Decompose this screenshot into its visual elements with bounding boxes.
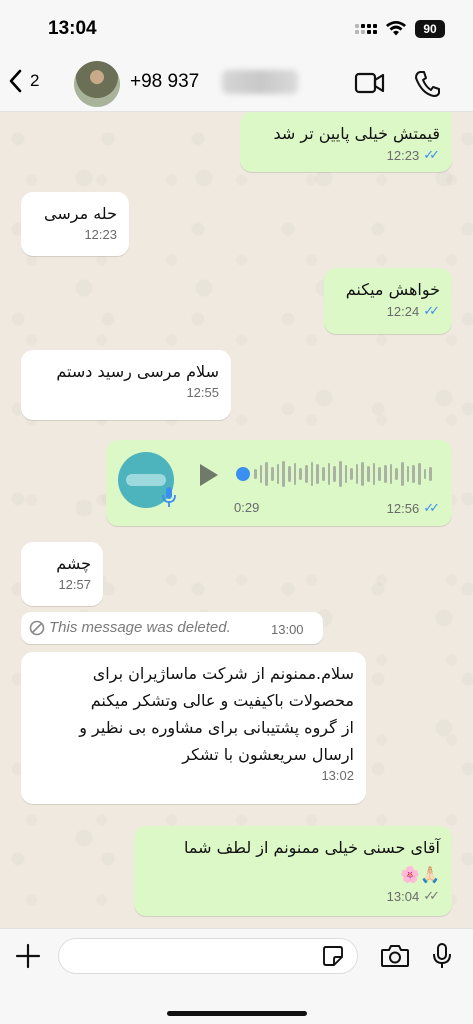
message-meta: 12:57 xyxy=(33,577,91,592)
voice-message[interactable]: 0:29 12:56 ✓✓ xyxy=(106,440,452,526)
message-line: سلام.ممنونم از شرکت ماساژیران برای xyxy=(92,664,354,683)
message-time: 12:23 xyxy=(84,227,117,242)
message-text: چشم xyxy=(56,554,91,573)
play-icon[interactable] xyxy=(200,464,218,486)
message-meta: 12:55 xyxy=(33,385,219,400)
avatar[interactable] xyxy=(74,61,120,107)
incoming-message[interactable]: سلام.ممنونم از شرکت ماساژیران برای محصول… xyxy=(21,652,366,804)
message-text: سلام.ممنونم از شرکت ماساژیران برای محصول… xyxy=(33,660,354,768)
home-indicator xyxy=(167,1011,307,1016)
signal-icon xyxy=(355,24,377,34)
incoming-message[interactable]: حله مرسی 12:23 xyxy=(21,192,129,256)
message-text: خواهش میکنم xyxy=(345,280,440,299)
message-time: 12:56 xyxy=(386,500,420,516)
deleted-message[interactable]: This message was deleted. 13:00 xyxy=(21,612,323,644)
mic-icon[interactable] xyxy=(432,942,452,970)
status-bar: 13:04 90 xyxy=(0,0,473,56)
message-meta: 13:04 ✓✓ xyxy=(146,888,440,904)
redacted-number xyxy=(222,70,298,94)
outgoing-message[interactable]: خواهش میکنم 12:24 ✓✓ xyxy=(324,268,452,334)
read-receipt-icon: ✓✓ xyxy=(423,147,440,162)
contact-name[interactable]: +98 937 xyxy=(130,71,199,93)
phone-icon[interactable] xyxy=(414,70,440,98)
battery-indicator: 90 xyxy=(415,20,445,38)
chat-header: 2 +98 937 xyxy=(0,56,473,112)
status-time: 13:04 xyxy=(48,18,97,39)
message-line: ارسال سریعشون با تشکر xyxy=(182,745,354,764)
video-call-icon[interactable] xyxy=(354,70,386,96)
message-time: 12:23 xyxy=(386,147,420,163)
message-time: 13:04 xyxy=(386,888,420,904)
outgoing-message[interactable]: آقای حسنی خیلی ممنونم از لطف شما 🙏🏻🌸 13:… xyxy=(134,826,452,916)
message-time: 13:02 xyxy=(321,768,354,783)
waveform[interactable] xyxy=(254,458,432,490)
playback-slider[interactable] xyxy=(236,467,250,481)
wifi-icon xyxy=(386,21,406,36)
message-meta: 12:24 ✓✓ xyxy=(336,303,440,319)
incoming-message[interactable]: چشم 12:57 xyxy=(21,542,103,606)
message-meta: 12:23 xyxy=(33,227,117,242)
message-line: محصولات باکیفیت و عالی وتشکر میکنم xyxy=(90,691,354,710)
outgoing-message[interactable]: قیمتش خیلی پایین تر شد 12:23 ✓✓ xyxy=(240,112,452,172)
incoming-message[interactable]: سلام مرسی رسید دستم 12:55 xyxy=(21,350,231,420)
message-meta: 12:23 ✓✓ xyxy=(252,147,440,163)
chevron-left-icon xyxy=(9,69,22,93)
voice-avatar xyxy=(118,452,176,508)
message-time: 12:24 xyxy=(386,303,420,319)
message-time: 13:00 xyxy=(271,622,304,637)
message-time: 12:57 xyxy=(58,577,91,592)
message-text: قیمتش خیلی پایین تر شد xyxy=(273,124,440,143)
chat-area[interactable]: قیمتش خیلی پایین تر شد 12:23 ✓✓ حله مرسی… xyxy=(0,112,473,928)
delivered-receipt-icon: ✓✓ xyxy=(423,888,440,903)
status-icons: 90 xyxy=(355,20,445,38)
back-button[interactable]: 2 xyxy=(8,68,39,94)
mic-icon xyxy=(162,487,176,507)
prohibited-icon xyxy=(29,620,45,636)
composer-bar xyxy=(0,928,473,1024)
message-line: آقای حسنی خیلی ممنونم از لطف شما xyxy=(184,838,440,857)
camera-icon[interactable] xyxy=(380,943,410,969)
message-time: 12:55 xyxy=(186,385,219,400)
sticker-icon[interactable] xyxy=(322,945,344,967)
message-text: آقای حسنی خیلی ممنونم از لطف شما 🙏🏻🌸 xyxy=(146,834,440,888)
message-line: 🙏🏻🌸 xyxy=(400,865,440,884)
read-receipt-icon: ✓✓ xyxy=(423,303,440,318)
message-line: از گروه پشتیبانی برای مشاوره بی نظیر و xyxy=(79,718,354,737)
message-text: سلام مرسی رسید دستم xyxy=(56,362,219,381)
message-meta: 12:56 ✓✓ xyxy=(387,500,440,516)
read-receipt-icon: ✓✓ xyxy=(423,500,440,515)
unread-count: 2 xyxy=(30,71,40,90)
message-input[interactable] xyxy=(58,938,358,974)
plus-icon[interactable] xyxy=(14,942,42,970)
message-text: حله مرسی xyxy=(44,204,117,223)
deleted-text: This message was deleted. xyxy=(49,619,231,636)
voice-duration: 0:29 xyxy=(234,500,260,515)
message-meta: 13:02 xyxy=(33,768,354,783)
